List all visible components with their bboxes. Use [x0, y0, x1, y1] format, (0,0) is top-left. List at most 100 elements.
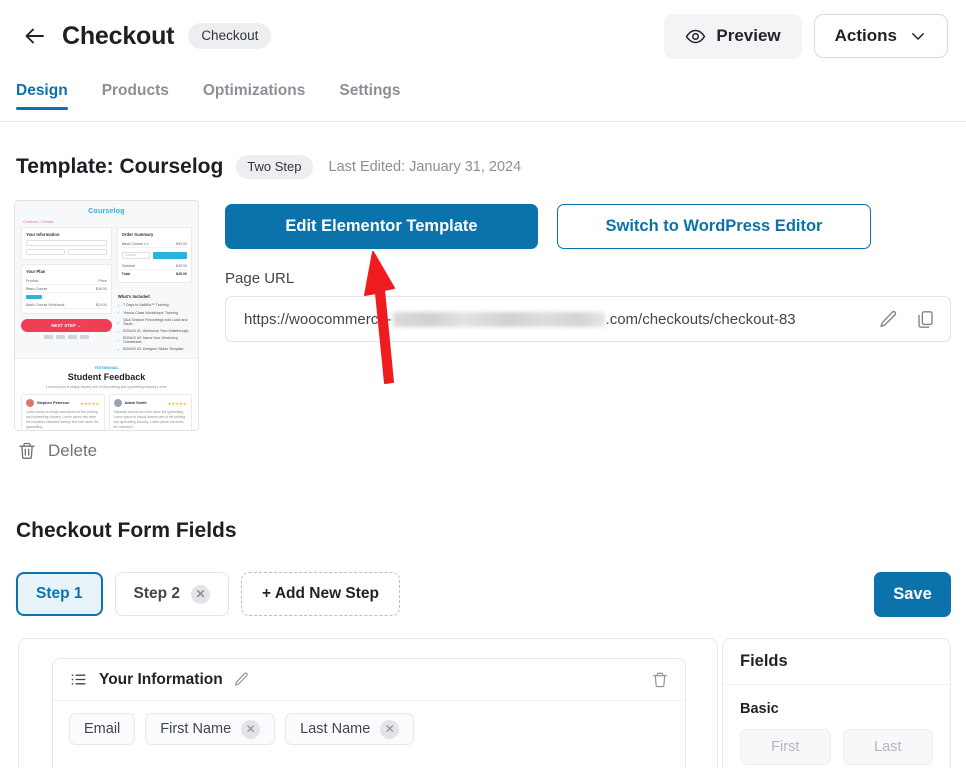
field-chip-email[interactable]: Email — [69, 713, 136, 745]
checkout-form-fields-title: Checkout Form Fields — [16, 519, 237, 542]
thumb-subtotal: Subtotal $49.00 — [121, 262, 187, 271]
available-field-first[interactable]: First — [740, 729, 831, 765]
edit-elementor-template-button[interactable]: Edit Elementor Template — [225, 204, 538, 249]
tab-settings[interactable]: Settings — [339, 82, 400, 110]
field-group-title: Your Information — [99, 670, 223, 688]
thumb-plan-item-label: Basic Course — [26, 286, 48, 291]
thumb-included-item: ✓ BONUS #3: Designer Slides Template — [116, 346, 184, 352]
template-thumbnail-preview: Courselog Checkout > Details Your Inform… — [15, 201, 198, 430]
thumb-order-summary-card: Order Summary Basic Course x 1 $49.00 Co… — [116, 227, 192, 283]
page-url-field[interactable]: https://woocommerce- .com/checkouts/chec… — [225, 296, 951, 342]
thumb-included-item-label: Q&A Session Recordings with Lucia and Sa… — [123, 318, 188, 327]
save-button[interactable]: Save — [874, 572, 951, 617]
thumb-included-list: ✓ 7 Days to NailIt!Is™ Training ✓ 'Hands-C… — [117, 302, 192, 354]
thumb-next-step-button: NEXT STEP → — [21, 319, 112, 333]
thumb-payment-icons — [21, 335, 112, 340]
thumb-total-label: Total — [121, 271, 131, 276]
form-builder-canvas: Your Information Email First Name ✕ Last… — [18, 638, 718, 768]
field-group-card: Your Information Email First Name ✕ Last… — [52, 658, 686, 768]
thumb-name-inputs — [26, 249, 107, 255]
back-arrow-icon[interactable] — [18, 19, 52, 53]
add-new-step-button[interactable]: + Add New Step — [241, 572, 401, 616]
preview-button[interactable]: Preview — [664, 13, 802, 59]
delete-template-button[interactable]: Delete — [17, 441, 97, 461]
thumb-your-plan-card: Your Plan Product Price Basic Course $49… — [21, 264, 112, 315]
page-url-redacted-segment — [392, 311, 605, 327]
field-chip-last-name[interactable]: Last Name ✕ — [285, 713, 415, 745]
template-last-edited: Last Edited: January 31, 2024 — [328, 159, 522, 175]
thumb-plan-item-price: $49.00 — [95, 286, 107, 291]
thumb-included-item: ✓ 7 Days to NailIt!Is™ Training — [116, 302, 169, 308]
template-heading-row: Template: Courselog Two Step Last Edited… — [16, 155, 521, 179]
thumb-testimonial-text: Standard dummy text ever since the types… — [113, 410, 186, 429]
thumb-your-information-title: Your Information — [26, 232, 60, 237]
close-icon[interactable]: ✕ — [191, 584, 211, 604]
thumb-subtotal-value: $49.00 — [176, 263, 187, 268]
thumb-your-plan-title: Your Plan — [26, 269, 46, 274]
thumb-testimonial-text: Lorem Ipsum is simply dummy text of the … — [26, 410, 99, 429]
field-group-header: Your Information — [53, 659, 685, 701]
thumb-included-item: ✓ BONUS #2: Name Your Workshop Cheatsheet — [117, 335, 192, 346]
thumb-order-summary-title: Order Summary — [121, 232, 154, 237]
preview-button-label: Preview — [716, 26, 781, 45]
tabs-divider — [0, 121, 966, 122]
step-tabs: Step 1 Step 2 ✕ + Add New Step — [16, 572, 401, 616]
thumb-total: Total $49.00 — [122, 270, 187, 277]
thumb-order-item: Basic Course x 1 $49.00 — [121, 240, 187, 249]
thumb-testimonial-head: Adam Smith ★★★★★ — [113, 399, 188, 408]
thumb-testimonial-sub: Lorem Ipsum is simply dummy text of the … — [46, 385, 167, 390]
thumb-included-item: ✓ BONUS #1: Workshop Tech Walkthrough — [116, 328, 189, 334]
actions-button-label: Actions — [834, 26, 897, 45]
fields-panel-header: Fields — [723, 639, 950, 685]
thumb-plan-col-product: Product — [26, 278, 39, 283]
close-icon[interactable]: ✕ — [241, 719, 261, 739]
avatar — [26, 399, 34, 408]
thumb-brand: Courselog — [88, 208, 125, 215]
switch-to-wordpress-editor-button[interactable]: Switch to WordPress Editor — [557, 204, 871, 249]
thumb-breadcrumb: Checkout > Details — [23, 220, 54, 224]
template-title: Template: Courselog — [16, 155, 224, 178]
available-fields-row: First Last — [740, 729, 933, 765]
tab-optimizations[interactable]: Optimizations — [203, 82, 305, 110]
fields-panel-body: Basic First Last — [723, 685, 950, 765]
thumb-included-item-label: BONUS #3: Designer Slides Template — [123, 347, 184, 352]
field-chip-first-name[interactable]: First Name ✕ — [145, 713, 276, 745]
thumb-testimonial-stars: ★★★★★ — [167, 400, 187, 406]
tab-design[interactable]: Design — [16, 82, 68, 110]
step-tab-2[interactable]: Step 2 ✕ — [114, 572, 230, 616]
available-field-last[interactable]: Last — [842, 729, 933, 765]
template-thumbnail[interactable]: Courselog Checkout > Details Your Inform… — [14, 200, 199, 431]
thumb-included-item-label: 'Hands-Class Workshops' Training — [123, 310, 178, 315]
thumb-spacer — [117, 287, 192, 294]
actions-button[interactable]: Actions — [813, 14, 948, 58]
step-tab-1-label: Step 1 — [36, 585, 83, 602]
close-icon[interactable]: ✕ — [380, 719, 400, 739]
copy-icon[interactable] — [915, 309, 936, 330]
trash-icon[interactable] — [651, 671, 669, 689]
page-url-suffix: .com/checkouts/checkout-83 — [605, 310, 796, 328]
thumb-included-item: ✓ Q&A Session Recordings with Lucia and S… — [117, 317, 192, 328]
thumb-testimonial-name: Stephen Peterson — [37, 401, 70, 406]
thumb-included-item-label: BONUS #2: Name Your Workshop Cheatsheet — [123, 336, 178, 345]
thumb-included-item: ✓ 'Hands-Class Workshops' Training — [116, 310, 178, 316]
chevron-down-icon — [909, 27, 927, 45]
thumb-testimonial-card: Adam Smith ★★★★★ Standard dummy text eve… — [108, 394, 192, 430]
pencil-icon[interactable] — [878, 309, 899, 330]
thumb-your-information-card: Your Information — [21, 227, 112, 260]
page-url-label: Page URL — [225, 270, 295, 287]
fields-panel: Fields Basic First Last — [722, 638, 951, 768]
thumb-total-value: $49.00 — [176, 271, 187, 276]
tab-products[interactable]: Products — [102, 82, 169, 110]
thumb-testimonials: TESTIMONIAL Student Feedback Lorem Ipsum… — [15, 358, 198, 430]
page-url-value: https://woocommerce- .com/checkouts/chec… — [244, 311, 796, 328]
checkout-editor-page: Checkout Checkout Preview Actions Design… — [0, 0, 966, 768]
thumb-plan-addon-price: $19.00 — [95, 302, 107, 307]
thumb-plan-item: Basic Course $49.00 — [26, 285, 107, 294]
thumb-testimonial-eyebrow: TESTIMONIAL — [94, 366, 119, 371]
thumb-testimonial-card: Stephen Peterson ★★★★★ Lorem Ipsum is si… — [21, 394, 105, 430]
thumb-email-input — [26, 240, 107, 246]
main-tabs: Design Products Optimizations Settings — [0, 82, 966, 122]
step-tab-1[interactable]: Step 1 — [16, 572, 103, 616]
field-chip-first-name-label: First Name — [160, 721, 232, 737]
pencil-icon[interactable] — [233, 671, 250, 688]
